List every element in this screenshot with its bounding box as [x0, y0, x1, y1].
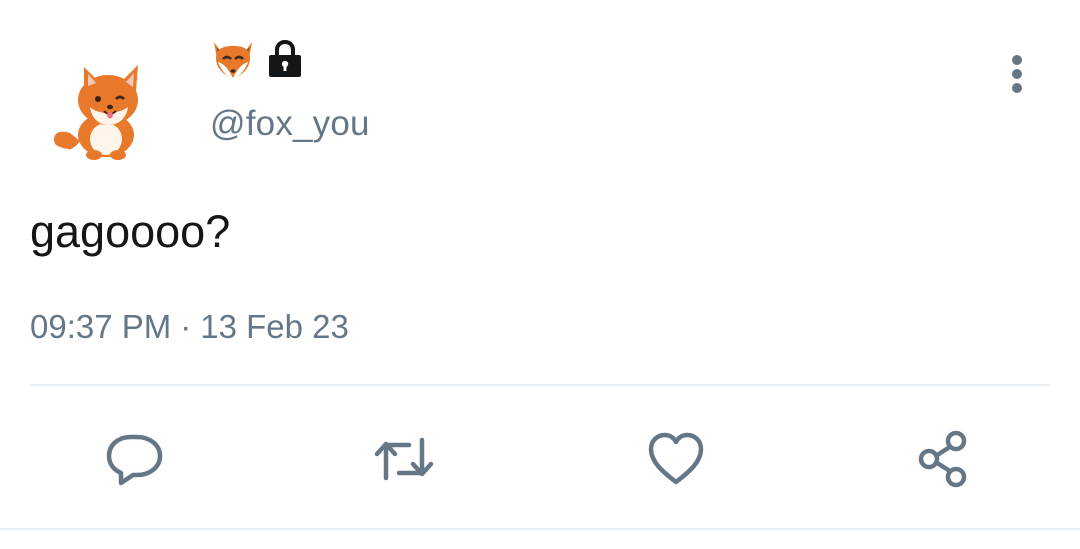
tweet-text: gagoooo?	[30, 206, 231, 257]
display-name-row[interactable]	[210, 38, 304, 80]
retweet-button[interactable]	[373, 428, 435, 490]
meta-separator: ·	[180, 308, 192, 345]
share-button[interactable]	[913, 428, 975, 490]
comment-icon	[106, 434, 163, 486]
more-options-button[interactable]	[998, 52, 1038, 98]
tweet-date: 13 Feb 23	[200, 308, 349, 345]
heart-icon	[648, 432, 704, 485]
tweet-detail: @fox_you gagoooo? 09:37 PM · 13 Feb 23	[0, 0, 1080, 549]
fox-face-emoji-icon	[214, 42, 252, 78]
share-icon	[918, 430, 967, 488]
reply-button[interactable]	[104, 428, 166, 490]
user-handle[interactable]: @fox_you	[210, 104, 370, 144]
bottom-divider	[0, 528, 1080, 530]
tweet-timestamp: 09:37 PM · 13 Feb 23	[30, 308, 349, 346]
tweet-time: 09:37 PM	[30, 308, 172, 345]
lock-icon	[269, 39, 301, 77]
avatar[interactable]	[40, 55, 165, 165]
fox-dog-sticker-icon	[54, 65, 138, 160]
retweet-icon	[374, 437, 434, 481]
divider	[30, 384, 1050, 386]
like-button[interactable]	[645, 428, 707, 490]
more-vertical-icon	[1012, 55, 1022, 93]
